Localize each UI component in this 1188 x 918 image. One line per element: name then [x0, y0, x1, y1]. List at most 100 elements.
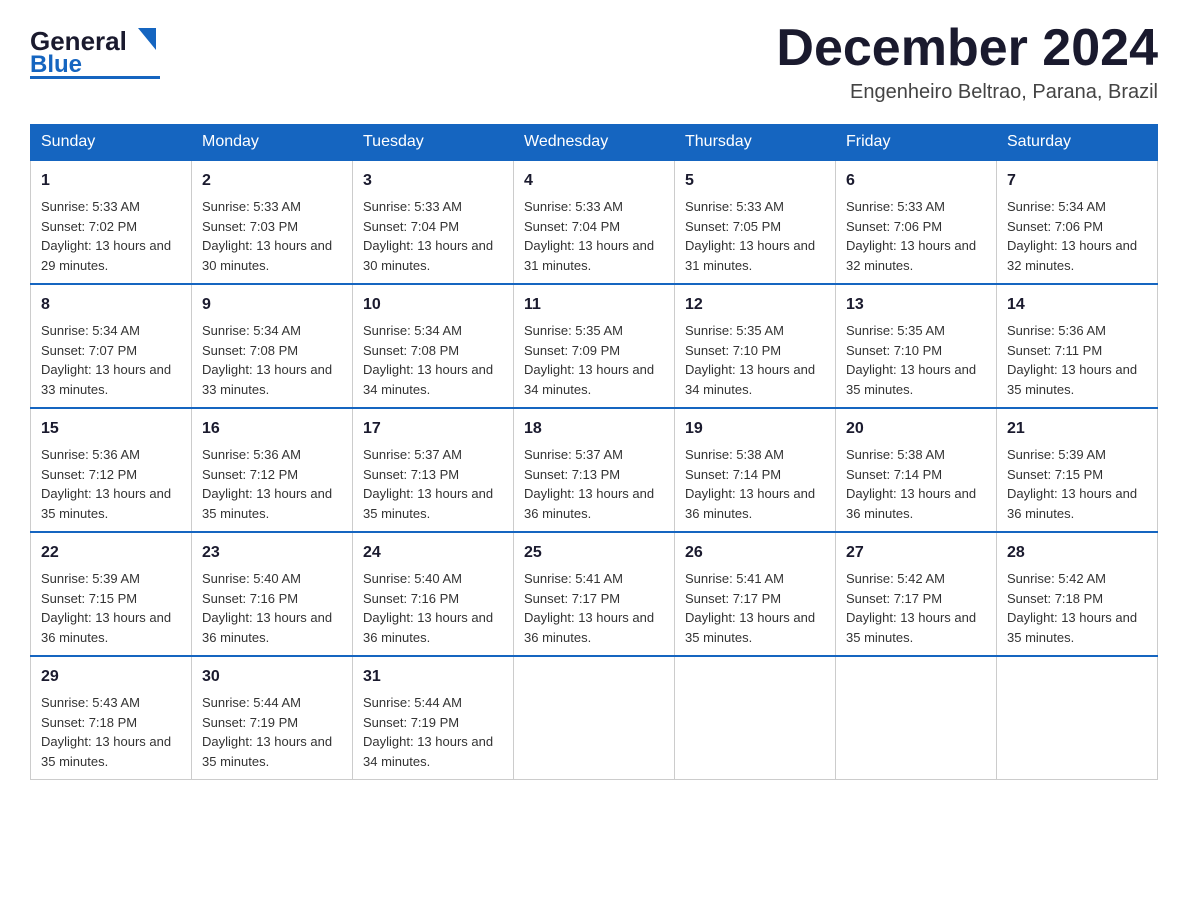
day-number: 12 [685, 293, 825, 317]
calendar-cell: 24Sunrise: 5:40 AMSunset: 7:16 PMDayligh… [353, 532, 514, 656]
sunset-label: Sunset: 7:08 PM [202, 343, 298, 358]
sunset-label: Sunset: 7:17 PM [685, 591, 781, 606]
calendar-cell: 4Sunrise: 5:33 AMSunset: 7:04 PMDaylight… [514, 160, 675, 284]
sunset-label: Sunset: 7:10 PM [846, 343, 942, 358]
sunrise-label: Sunrise: 5:36 AM [1007, 323, 1106, 338]
day-number: 19 [685, 417, 825, 441]
title-block: December 2024 Engenheiro Beltrao, Parana… [776, 20, 1158, 104]
sunset-label: Sunset: 7:10 PM [685, 343, 781, 358]
calendar-cell [675, 656, 836, 780]
calendar-cell: 20Sunrise: 5:38 AMSunset: 7:14 PMDayligh… [836, 408, 997, 532]
day-number: 11 [524, 293, 664, 317]
calendar-cell [514, 656, 675, 780]
calendar-cell: 11 Sunrise: 5:35 AM Sunset: 7:09 PM Dayligh… [514, 284, 675, 408]
logo: General Blue [30, 20, 160, 80]
weekday-header: Saturday [997, 125, 1158, 161]
sunset-label: Sunset: 7:12 PM [41, 467, 137, 482]
daylight-label: Daylight: 13 hours and 35 minutes. [1007, 362, 1137, 397]
sunrise-label: Sunrise: 5:39 AM [41, 571, 140, 586]
sunrise-label: Sunrise: 5:38 AM [685, 447, 784, 462]
day-number: 3 [363, 169, 503, 193]
sunset-label: Sunset: 7:17 PM [846, 591, 942, 606]
day-number: 15 [41, 417, 181, 441]
daylight-label: Daylight: 13 hours and 35 minutes. [363, 486, 493, 521]
page-header: General Blue December 2024 Engenheiro Be… [30, 20, 1158, 104]
sunrise-label: Sunrise: 5:44 AM [363, 695, 462, 710]
day-number: 29 [41, 665, 181, 689]
daylight-label: Daylight: 13 hours and 34 minutes. [524, 362, 654, 397]
sunset-label: Sunset: 7:16 PM [202, 591, 298, 606]
sunrise-label: Sunrise: 5:40 AM [363, 571, 462, 586]
sunrise-label: Sunrise: 5:37 AM [524, 447, 623, 462]
calendar-cell: 5Sunrise: 5:33 AMSunset: 7:05 PMDaylight… [675, 160, 836, 284]
calendar-cell: 3Sunrise: 5:33 AMSunset: 7:04 PMDaylight… [353, 160, 514, 284]
location: Engenheiro Beltrao, Parana, Brazil [776, 81, 1158, 104]
sunset-label: Sunset: 7:09 PM [524, 343, 620, 358]
daylight-label: Daylight: 13 hours and 33 minutes. [41, 362, 171, 397]
sunrise-label: Sunrise: 5:42 AM [1007, 571, 1106, 586]
sunrise-label: Sunrise: 5:41 AM [685, 571, 784, 586]
sunset-label: Sunset: 7:05 PM [685, 219, 781, 234]
sunrise-label: Sunrise: 5:33 AM [202, 199, 301, 214]
daylight-label: Daylight: 13 hours and 36 minutes. [41, 610, 171, 645]
calendar-cell: 1Sunrise: 5:33 AMSunset: 7:02 PMDaylight… [31, 160, 192, 284]
day-number: 16 [202, 417, 342, 441]
sunrise-label: Sunrise: 5:41 AM [524, 571, 623, 586]
calendar-cell: 18Sunrise: 5:37 AMSunset: 7:13 PMDayligh… [514, 408, 675, 532]
sunrise-label: Sunrise: 5:42 AM [846, 571, 945, 586]
calendar-cell: 21Sunrise: 5:39 AMSunset: 7:15 PMDayligh… [997, 408, 1158, 532]
daylight-label: Daylight: 13 hours and 35 minutes. [41, 486, 171, 521]
calendar-cell: 7Sunrise: 5:34 AMSunset: 7:06 PMDaylight… [997, 160, 1158, 284]
sunrise-label: Sunrise: 5:40 AM [202, 571, 301, 586]
calendar-cell: 22Sunrise: 5:39 AMSunset: 7:15 PMDayligh… [31, 532, 192, 656]
calendar-cell: 12Sunrise: 5:35 AMSunset: 7:10 PMDayligh… [675, 284, 836, 408]
day-number: 18 [524, 417, 664, 441]
calendar-cell: 8 Sunrise: 5:34 AM Sunset: 7:07 PM Daylight… [31, 284, 192, 408]
daylight-label: Daylight: 13 hours and 30 minutes. [202, 238, 332, 273]
calendar-cell: 9Sunrise: 5:34 AMSunset: 7:08 PMDaylight… [192, 284, 353, 408]
day-number: 28 [1007, 541, 1147, 565]
sunset-label: Sunset: 7:18 PM [1007, 591, 1103, 606]
calendar-cell: 28Sunrise: 5:42 AMSunset: 7:18 PMDayligh… [997, 532, 1158, 656]
sunrise-label: Sunrise: 5:34 AM [41, 323, 140, 338]
day-number: 7 [1007, 169, 1147, 193]
sunrise-label: Sunrise: 5:38 AM [846, 447, 945, 462]
daylight-label: Daylight: 13 hours and 34 minutes. [363, 734, 493, 769]
sunset-label: Sunset: 7:19 PM [363, 715, 459, 730]
sunset-label: Sunset: 7:16 PM [363, 591, 459, 606]
daylight-label: Daylight: 13 hours and 36 minutes. [202, 610, 332, 645]
calendar-cell: 26Sunrise: 5:41 AMSunset: 7:17 PMDayligh… [675, 532, 836, 656]
sunrise-label: Sunrise: 5:36 AM [202, 447, 301, 462]
sunset-label: Sunset: 7:19 PM [202, 715, 298, 730]
daylight-label: Daylight: 13 hours and 36 minutes. [363, 610, 493, 645]
day-number: 2 [202, 169, 342, 193]
sunset-label: Sunset: 7:07 PM [41, 343, 137, 358]
daylight-label: Daylight: 13 hours and 35 minutes. [685, 610, 815, 645]
sunrise-label: Sunrise: 5:35 AM [524, 323, 623, 338]
sunrise-label: Sunrise: 5:35 AM [846, 323, 945, 338]
daylight-label: Daylight: 13 hours and 32 minutes. [846, 238, 976, 273]
weekday-header: Thursday [675, 125, 836, 161]
weekday-header: Friday [836, 125, 997, 161]
day-number: 17 [363, 417, 503, 441]
daylight-label: Daylight: 13 hours and 36 minutes. [1007, 486, 1137, 521]
sunrise-label: Sunrise: 5:37 AM [363, 447, 462, 462]
daylight-label: Daylight: 13 hours and 30 minutes. [363, 238, 493, 273]
calendar-cell: 19Sunrise: 5:38 AMSunset: 7:14 PMDayligh… [675, 408, 836, 532]
daylight-label: Daylight: 13 hours and 31 minutes. [524, 238, 654, 273]
daylight-label: Daylight: 13 hours and 35 minutes. [846, 610, 976, 645]
weekday-header: Wednesday [514, 125, 675, 161]
daylight-label: Daylight: 13 hours and 32 minutes. [1007, 238, 1137, 273]
day-number: 4 [524, 169, 664, 193]
weekday-header: Tuesday [353, 125, 514, 161]
daylight-label: Daylight: 13 hours and 35 minutes. [41, 734, 171, 769]
calendar-cell: 17Sunrise: 5:37 AMSunset: 7:13 PMDayligh… [353, 408, 514, 532]
sunset-label: Sunset: 7:17 PM [524, 591, 620, 606]
day-number: 8 [41, 293, 181, 317]
day-number: 6 [846, 169, 986, 193]
calendar-cell: 6Sunrise: 5:33 AMSunset: 7:06 PMDaylight… [836, 160, 997, 284]
sunset-label: Sunset: 7:04 PM [363, 219, 459, 234]
month-title: December 2024 [776, 20, 1158, 77]
daylight-label: Daylight: 13 hours and 35 minutes. [846, 362, 976, 397]
day-number: 23 [202, 541, 342, 565]
